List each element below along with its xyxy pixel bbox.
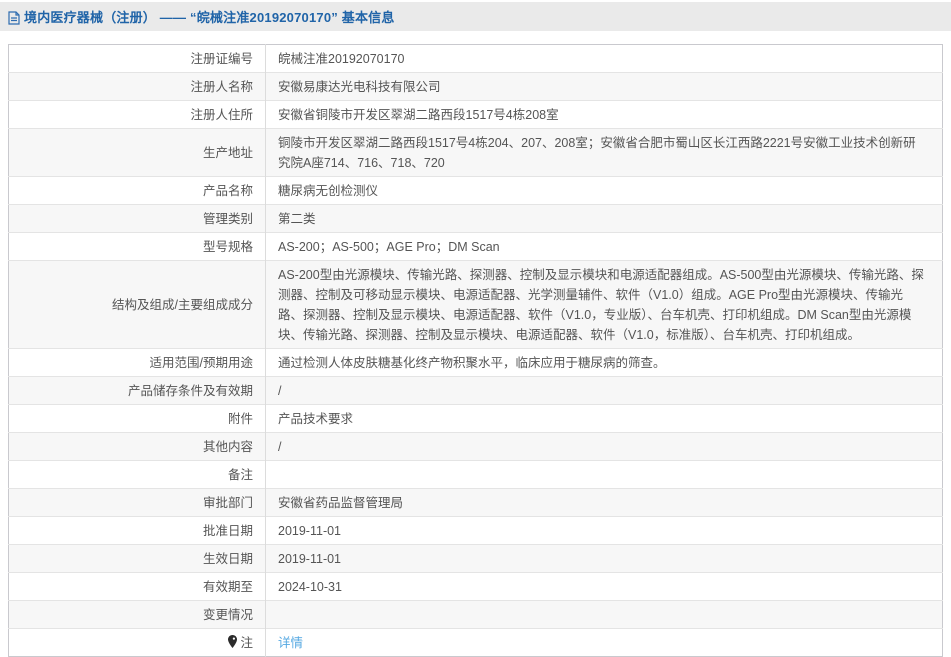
row-value-text: 2024-10-31	[278, 580, 342, 594]
table-row: 注 详情	[9, 629, 943, 657]
document-icon	[8, 11, 20, 25]
row-label: 适用范围/预期用途	[9, 349, 266, 377]
row-label: 附件	[9, 405, 266, 433]
row-value	[266, 461, 943, 489]
row-value-text: AS-200；AS-500；AGE Pro；DM Scan	[278, 240, 500, 254]
row-value-text: 第二类	[278, 212, 316, 226]
row-label: 生效日期	[9, 545, 266, 573]
row-label-text: 审批部门	[203, 496, 253, 510]
row-label-text: 生效日期	[203, 552, 253, 566]
row-label-text: 管理类别	[203, 212, 253, 226]
row-value-text: 产品技术要求	[278, 412, 353, 426]
row-value: 第二类	[266, 205, 943, 233]
row-label: 注	[9, 629, 266, 657]
table-row: 产品储存条件及有效期 /	[9, 377, 943, 405]
row-label: 注册人住所	[9, 101, 266, 129]
row-value-text: 安徽易康达光电科技有限公司	[278, 80, 441, 94]
row-label: 生产地址	[9, 129, 266, 177]
row-label-text: 批准日期	[203, 524, 253, 538]
row-label-text: 有效期至	[203, 580, 253, 594]
row-value-text: /	[278, 384, 281, 398]
row-label-text: 适用范围/预期用途	[150, 356, 253, 370]
row-value-text: 安徽省药品监督管理局	[278, 496, 403, 510]
row-value: 安徽省铜陵市开发区翠湖二路西段1517号4栋208室	[266, 101, 943, 129]
page-title: 境内医疗器械（注册） —— “皖械注准20192070170” 基本信息	[24, 7, 395, 26]
row-value-text: 2019-11-01	[278, 524, 341, 538]
row-value: AS-200；AS-500；AGE Pro；DM Scan	[266, 233, 943, 261]
row-label-text: 注册人名称	[190, 80, 253, 94]
table-row: 注册证编号 皖械注准20192070170	[9, 45, 943, 73]
row-value: 通过检测人体皮肤糖基化终产物积聚水平，临床应用于糖尿病的筛查。	[266, 349, 943, 377]
table-row: 批准日期 2019-11-01	[9, 517, 943, 545]
table-row: 适用范围/预期用途 通过检测人体皮肤糖基化终产物积聚水平，临床应用于糖尿病的筛查。	[9, 349, 943, 377]
table-row: 管理类别 第二类	[9, 205, 943, 233]
row-label-text: 注册证编号	[190, 52, 253, 66]
table-row: 附件 产品技术要求	[9, 405, 943, 433]
row-label-text: 注	[240, 636, 253, 650]
table-row: 备注	[9, 461, 943, 489]
row-label: 批准日期	[9, 517, 266, 545]
row-label-text: 其他内容	[203, 440, 253, 454]
row-label: 有效期至	[9, 573, 266, 601]
table-row: 型号规格 AS-200；AS-500；AGE Pro；DM Scan	[9, 233, 943, 261]
row-value: 2019-11-01	[266, 517, 943, 545]
table-row: 其他内容 /	[9, 433, 943, 461]
row-label: 管理类别	[9, 205, 266, 233]
info-table-body: 注册证编号皖械注准20192070170注册人名称安徽易康达光电科技有限公司注册…	[9, 45, 943, 657]
table-row: 审批部门 安徽省药品监督管理局	[9, 489, 943, 517]
row-label: 型号规格	[9, 233, 266, 261]
row-value: 详情	[266, 629, 943, 657]
row-value: 安徽易康达光电科技有限公司	[266, 73, 943, 101]
row-value: 2019-11-01	[266, 545, 943, 573]
row-value: 产品技术要求	[266, 405, 943, 433]
row-label-text: 变更情况	[203, 608, 253, 622]
row-label: 注册人名称	[9, 73, 266, 101]
table-row: 生效日期 2019-11-01	[9, 545, 943, 573]
row-label: 审批部门	[9, 489, 266, 517]
row-value-text: 安徽省铜陵市开发区翠湖二路西段1517号4栋208室	[278, 108, 559, 122]
row-label-text: 注册人住所	[190, 108, 253, 122]
table-row: 有效期至 2024-10-31	[9, 573, 943, 601]
row-label: 结构及组成/主要组成成分	[9, 261, 266, 349]
row-value: /	[266, 377, 943, 405]
table-row: 注册人名称 安徽易康达光电科技有限公司	[9, 73, 943, 101]
row-value: /	[266, 433, 943, 461]
row-label-text: 产品储存条件及有效期	[128, 384, 253, 398]
row-label: 变更情况	[9, 601, 266, 629]
row-label-text: 生产地址	[203, 146, 253, 160]
page-header: 境内医疗器械（注册） —— “皖械注准20192070170” 基本信息	[0, 2, 951, 31]
row-label: 注册证编号	[9, 45, 266, 73]
row-value: 铜陵市开发区翠湖二路西段1517号4栋204、207、208室；安徽省合肥市蜀山…	[266, 129, 943, 177]
row-label: 产品名称	[9, 177, 266, 205]
pin-icon	[228, 634, 237, 654]
row-value	[266, 601, 943, 629]
row-value: 糖尿病无创检测仪	[266, 177, 943, 205]
row-label-text: 产品名称	[203, 184, 253, 198]
row-value: AS-200型由光源模块、传输光路、探测器、控制及显示模块和电源适配器组成。AS…	[266, 261, 943, 349]
table-row: 生产地址 铜陵市开发区翠湖二路西段1517号4栋204、207、208室；安徽省合…	[9, 129, 943, 177]
row-label-text: 附件	[228, 412, 253, 426]
row-value-text: 通过检测人体皮肤糖基化终产物积聚水平，临床应用于糖尿病的筛查。	[278, 356, 666, 370]
row-value: 皖械注准20192070170	[266, 45, 943, 73]
row-value: 安徽省药品监督管理局	[266, 489, 943, 517]
table-row: 变更情况	[9, 601, 943, 629]
row-value-text: 铜陵市开发区翠湖二路西段1517号4栋204、207、208室；安徽省合肥市蜀山…	[278, 136, 916, 170]
row-label: 其他内容	[9, 433, 266, 461]
row-value-text: /	[278, 440, 281, 454]
row-label: 产品储存条件及有效期	[9, 377, 266, 405]
row-value-text: 2019-11-01	[278, 552, 341, 566]
row-value-text: 糖尿病无创检测仪	[278, 184, 378, 198]
row-label-text: 型号规格	[203, 240, 253, 254]
table-row: 产品名称 糖尿病无创检测仪	[9, 177, 943, 205]
detail-link[interactable]: 详情	[278, 636, 303, 650]
row-label-text: 结构及组成/主要组成成分	[112, 298, 253, 312]
table-row: 结构及组成/主要组成成分 AS-200型由光源模块、传输光路、探测器、控制及显示模…	[9, 261, 943, 349]
registration-info-table: 注册证编号皖械注准20192070170注册人名称安徽易康达光电科技有限公司注册…	[8, 44, 943, 657]
row-value-text: AS-200型由光源模块、传输光路、探测器、控制及显示模块和电源适配器组成。AS…	[278, 268, 924, 342]
row-label: 备注	[9, 461, 266, 489]
table-row: 注册人住所 安徽省铜陵市开发区翠湖二路西段1517号4栋208室	[9, 101, 943, 129]
row-label-text: 备注	[228, 468, 253, 482]
row-value-text: 皖械注准20192070170	[278, 52, 404, 66]
row-value: 2024-10-31	[266, 573, 943, 601]
